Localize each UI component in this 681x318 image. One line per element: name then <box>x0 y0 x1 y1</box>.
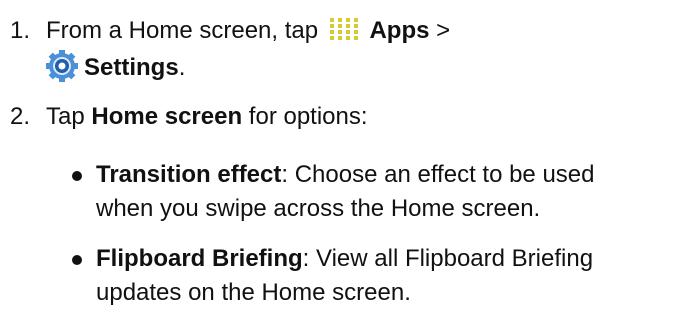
apps-grid-icon <box>329 17 361 41</box>
bullet-line-1: Flipboard Briefing: View all Flipboard B… <box>96 242 593 276</box>
step-number: 1. <box>10 17 31 44</box>
step-1-line-2: Settings. <box>46 50 185 85</box>
bullet-title: Flipboard Briefing <box>96 245 303 272</box>
arrow-symbol: > <box>436 17 451 44</box>
bullet-line-2: updates on the Home screen. <box>96 276 411 310</box>
period: . <box>178 54 186 81</box>
apps-label: Apps <box>369 17 430 44</box>
bullet-text: : Choose an effect to be used <box>281 161 595 188</box>
bullet-line-2: when you swipe across the Home screen. <box>96 192 540 226</box>
step-number: 2. <box>10 103 31 130</box>
settings-gear-icon <box>46 50 78 82</box>
bullet-text: updates on the Home screen. <box>96 279 411 306</box>
bullet-text: : View all Flipboard Briefing <box>302 245 594 272</box>
bullet-dot <box>72 171 82 181</box>
bullet-dot <box>72 255 82 265</box>
step-text: for options: <box>248 103 368 130</box>
home-screen-label: Home screen <box>91 103 243 130</box>
settings-label: Settings <box>84 54 179 81</box>
instructions-document: 1. From a Home screen, tap Apps > Settin… <box>0 0 681 318</box>
step-2-line-1: Tap Home screen for options: <box>46 100 368 134</box>
step-1-line-1: From a Home screen, tap Apps > <box>46 14 450 48</box>
bullet-title: Transition effect <box>96 161 282 188</box>
step-text: Tap <box>46 103 85 130</box>
bullet-line-1: Transition effect: Choose an effect to b… <box>96 158 595 192</box>
step-text: From a Home screen, tap <box>46 17 319 44</box>
bullet-text: when you swipe across the Home screen. <box>96 195 541 222</box>
